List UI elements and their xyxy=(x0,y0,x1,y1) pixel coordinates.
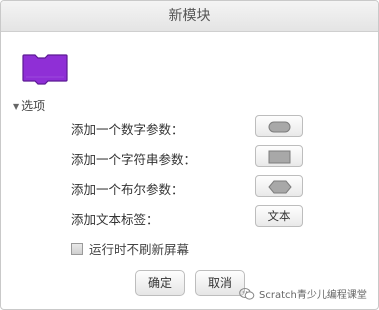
add-boolean-input-label: 添加一个布尔参数： xyxy=(71,182,184,197)
add-label-button[interactable]: 文本 xyxy=(255,205,303,227)
option-row-string: 添加一个字符串参数： xyxy=(71,145,311,171)
dialog-title: 新模块 xyxy=(1,1,378,32)
string-slot-icon xyxy=(268,150,291,164)
option-row-boolean: 添加一个布尔参数： xyxy=(71,175,311,201)
watermark-text: Scratch青少儿编程课堂 xyxy=(259,290,367,301)
cancel-button[interactable]: 取消 xyxy=(195,270,245,296)
boolean-slot-icon xyxy=(268,180,292,194)
number-slot-icon xyxy=(268,121,291,133)
new-block-dialog: 新模块 ▼选项 添加一个数字参数： 添加一个字符串参数： 添加一个布尔参数： xyxy=(0,0,379,310)
options-toggle[interactable]: ▼ 选项 xyxy=(13,97,45,114)
add-number-input-button[interactable] xyxy=(255,115,303,137)
run-without-refresh-row: 运行时不刷新屏幕 xyxy=(71,239,189,257)
watermark: Scratch青少儿编程课堂 xyxy=(239,286,367,304)
ok-button[interactable]: 确定 xyxy=(135,270,185,296)
run-without-refresh-label: 运行时不刷新屏幕 xyxy=(89,242,190,257)
triangle-down-icon: ▼ xyxy=(13,102,20,111)
custom-block-preview xyxy=(21,53,69,87)
add-number-input-label: 添加一个数字参数： xyxy=(71,122,184,137)
options-toggle-label: 选项 xyxy=(21,99,46,113)
add-boolean-input-button[interactable] xyxy=(255,175,303,197)
option-row-number: 添加一个数字参数： xyxy=(71,115,311,141)
block-shape xyxy=(22,54,68,85)
add-string-input-button[interactable] xyxy=(255,145,303,167)
wechat-icon xyxy=(239,287,255,304)
add-string-input-label: 添加一个字符串参数： xyxy=(71,152,197,167)
add-label-text-label: 添加文本标签： xyxy=(71,212,159,227)
run-without-refresh-checkbox[interactable] xyxy=(71,243,83,255)
option-row-label: 添加文本标签： 文本 xyxy=(71,205,311,231)
